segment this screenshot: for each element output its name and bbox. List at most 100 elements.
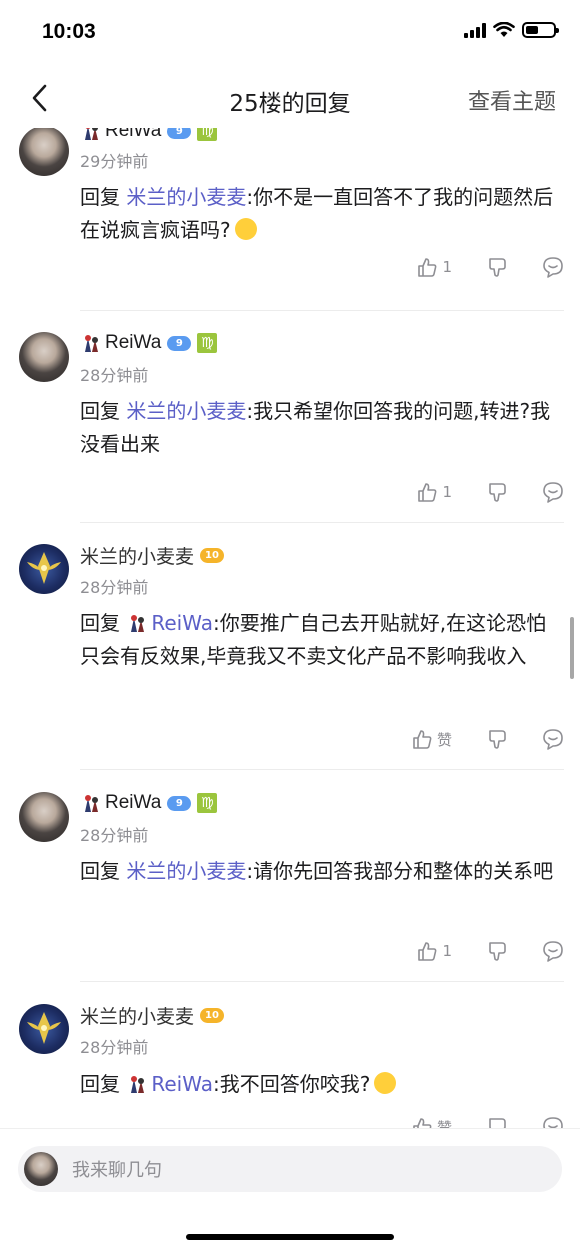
thumbs-down-icon	[489, 730, 506, 749]
divider	[80, 981, 564, 982]
level-badge: 9	[167, 128, 192, 139]
like-button[interactable]: 1	[416, 256, 452, 278]
emoji-smile-icon	[374, 1072, 397, 1094]
medal-icon	[80, 332, 102, 354]
thumbs-down-icon	[489, 942, 506, 961]
comment-bubble-icon	[543, 482, 563, 503]
mention-link[interactable]: ReiWa	[151, 611, 213, 635]
home-indicator[interactable]	[186, 1234, 394, 1240]
like-count: 1	[442, 258, 452, 276]
avatar[interactable]	[19, 128, 69, 176]
emblem-icon	[27, 1012, 61, 1044]
medal-icon	[80, 128, 102, 142]
reply-body: :请你先回答我部分和整体的关系吧	[246, 859, 554, 883]
avatar	[24, 1152, 58, 1186]
reply-actions: 赞	[377, 1116, 564, 1128]
dislike-button[interactable]	[486, 940, 508, 962]
mention-link[interactable]: 米兰的小麦麦	[126, 399, 246, 423]
zodiac-icon: ♍	[197, 793, 218, 813]
like-button[interactable]: 1	[416, 940, 452, 962]
reply-body: :我不回答你咬我?	[212, 1072, 371, 1096]
comment-bubble-icon	[543, 729, 563, 750]
like-button[interactable]: 1	[416, 481, 452, 503]
cellular-signal-icon	[464, 22, 486, 38]
status-time: 10:03	[42, 20, 96, 43]
reply-actions: 赞	[377, 728, 564, 750]
reply-item: 米兰的小麦麦 10 28分钟前 回复 ReiWa:你要推广自己去开贴就好,在这论…	[0, 540, 580, 770]
like-button[interactable]: 赞	[411, 1116, 452, 1128]
reply-prefix: 回复	[80, 611, 120, 635]
zodiac-icon: ♍	[197, 333, 218, 353]
username[interactable]: ReiWa	[105, 792, 161, 814]
comment-button[interactable]	[542, 481, 564, 503]
emoji-surprised-icon	[234, 218, 257, 240]
comment-button[interactable]	[542, 940, 564, 962]
scrollbar[interactable]	[570, 617, 574, 679]
reply-item: ReiWa 9 ♍ 28分钟前 回复 米兰的小麦麦:我只希望你回答我的问题,转进…	[0, 328, 580, 518]
timestamp: 29分钟前	[80, 152, 149, 171]
avatar[interactable]	[19, 792, 69, 842]
reply-content[interactable]: 回复 米兰的小麦麦:我只希望你回答我的问题,转进?我没看出来	[80, 395, 560, 461]
username[interactable]: ReiWa	[105, 332, 161, 354]
mention-link[interactable]: ReiWa	[151, 1072, 213, 1096]
medal-icon	[126, 1072, 148, 1094]
reply-meta: 米兰的小麦麦 10	[80, 1002, 225, 1029]
level-badge: 10	[200, 1007, 225, 1023]
reply-content[interactable]: 回复 ReiWa:你要推广自己去开贴就好,在这论恐怕只会有反效果,毕竟我又不卖文…	[80, 607, 560, 673]
comment-input[interactable]: 我来聊几句	[18, 1146, 562, 1192]
status-icons	[464, 22, 559, 38]
comment-button[interactable]	[542, 1116, 564, 1128]
comment-button[interactable]	[542, 728, 564, 750]
avatar[interactable]	[19, 332, 69, 382]
username[interactable]: 米兰的小麦麦	[80, 1002, 194, 1029]
timestamp: 28分钟前	[80, 578, 149, 597]
like-button[interactable]: 赞	[411, 728, 452, 750]
thumbs-down-icon	[489, 1118, 506, 1128]
like-count: 赞	[436, 730, 452, 749]
dislike-button[interactable]	[486, 1116, 508, 1128]
zodiac-icon: ♍	[197, 128, 218, 141]
dislike-button[interactable]	[486, 481, 508, 503]
username[interactable]: 米兰的小麦麦	[80, 542, 194, 569]
emblem-icon	[27, 552, 61, 584]
mention-link[interactable]: 米兰的小麦麦	[126, 859, 246, 883]
reply-body: :你要推广自己去开贴就好,在这论恐怕只会有反效果,毕竟我又不卖文化产品不影响我收…	[80, 611, 547, 668]
mention-link[interactable]: 米兰的小麦麦	[126, 185, 246, 209]
thumbs-down-icon	[489, 483, 506, 502]
avatar[interactable]	[19, 544, 69, 594]
reply-actions: 1	[382, 940, 564, 962]
wifi-icon	[493, 22, 515, 37]
level-badge: 10	[200, 547, 225, 563]
comment-bubble-icon	[543, 257, 563, 278]
reply-prefix: 回复	[80, 1072, 120, 1096]
like-count: 1	[442, 942, 452, 960]
view-topic-button[interactable]: 查看主题	[468, 84, 556, 116]
reply-meta: 米兰的小麦麦 10	[80, 542, 225, 569]
nav-bar: 25楼的回复 查看主题	[0, 70, 580, 128]
username[interactable]: ReiWa	[105, 128, 161, 142]
reply-content[interactable]: 回复 米兰的小麦麦:请你先回答我部分和整体的关系吧	[80, 855, 560, 888]
reply-item: ReiWa 9 ♍ 28分钟前 回复 米兰的小麦麦:请你先回答我部分和整体的关系…	[0, 788, 580, 978]
reply-content[interactable]: 回复 米兰的小麦麦:你不是一直回答不了我的问题然后在说疯言疯语吗?	[80, 181, 560, 247]
dislike-button[interactable]	[486, 256, 508, 278]
avatar[interactable]	[19, 1004, 69, 1054]
reply-content[interactable]: 回复 ReiWa:我不回答你咬我?	[80, 1068, 560, 1101]
reply-actions: 1	[382, 481, 564, 503]
timestamp: 28分钟前	[80, 1038, 149, 1057]
thumbs-down-icon	[489, 258, 506, 277]
divider	[80, 310, 564, 311]
reply-item: 米兰的小麦麦 10 28分钟前 回复 ReiWa:我不回答你咬我? 赞	[0, 1000, 580, 1128]
timestamp: 28分钟前	[80, 366, 149, 385]
thumbs-up-icon	[413, 1118, 432, 1128]
thumbs-up-icon	[413, 730, 432, 749]
timestamp: 28分钟前	[80, 826, 149, 845]
reply-prefix: 回复	[80, 399, 120, 423]
comment-button[interactable]	[542, 256, 564, 278]
dislike-button[interactable]	[486, 728, 508, 750]
level-badge: 9	[167, 335, 192, 351]
battery-icon	[522, 22, 559, 38]
reply-list[interactable]: ReiWa 9 ♍ 29分钟前 回复 米兰的小麦麦:你不是一直回答不了我的问题然…	[0, 128, 580, 1128]
reply-actions: 1	[382, 256, 564, 278]
status-bar: 10:03	[0, 0, 580, 70]
thumbs-up-icon	[418, 942, 437, 961]
